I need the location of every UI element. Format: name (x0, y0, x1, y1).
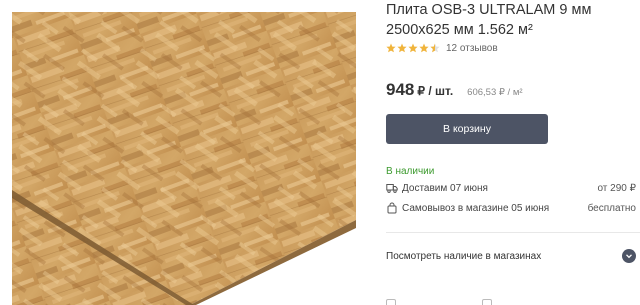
reviews-link[interactable]: 12 отзывов (446, 43, 498, 54)
divider (386, 232, 640, 233)
star-icon (408, 43, 418, 53)
delivery-option: Доставим 07 июня от 290 ₽ (386, 180, 636, 196)
rating-summary[interactable]: 12 отзывов (386, 40, 498, 56)
osb-board-illustration (0, 12, 356, 305)
bag-icon (387, 202, 397, 214)
rating-stars (386, 43, 440, 53)
delivery-label: Доставим 07 июня (402, 182, 488, 194)
price-unit: ₽ / шт. (417, 84, 454, 98)
filter-checkboxes (386, 298, 636, 305)
price-per-square-meter: 606,53 ₽ / м² (467, 87, 523, 98)
star-icon (419, 43, 429, 53)
star-half-icon (430, 43, 440, 53)
chevron-down-icon[interactable] (622, 249, 636, 263)
product-image[interactable] (0, 0, 370, 305)
pickup-price: бесплатно (587, 202, 636, 214)
add-to-cart-button[interactable]: В корзину (386, 114, 548, 144)
check-stores-label: Посмотреть наличие в магазинах (386, 250, 542, 262)
price-value: 948 (386, 80, 415, 99)
star-icon (397, 43, 407, 53)
pickup-label: Самовывоз в магазине 05 июня (402, 202, 550, 214)
checkbox[interactable] (386, 299, 396, 305)
checkbox[interactable] (482, 299, 492, 305)
star-icon (386, 43, 396, 53)
pickup-option: Самовывоз в магазине 05 июня бесплатно (386, 200, 636, 216)
product-title: Плита OSB-3 ULTRALAM 9 мм 2500x625 мм 1.… (386, 2, 592, 38)
delivery-price: от 290 ₽ (597, 182, 636, 194)
truck-icon (386, 184, 398, 193)
price-block: 948 ₽ / шт. 606,53 ₽ / м² (386, 80, 523, 104)
check-stores-toggle[interactable]: Посмотреть наличие в магазинах (386, 247, 636, 265)
product-info-panel: Плита OSB-3 ULTRALAM 9 мм 2500x625 мм 1.… (386, 0, 640, 305)
stock-status: В наличии (386, 166, 435, 177)
